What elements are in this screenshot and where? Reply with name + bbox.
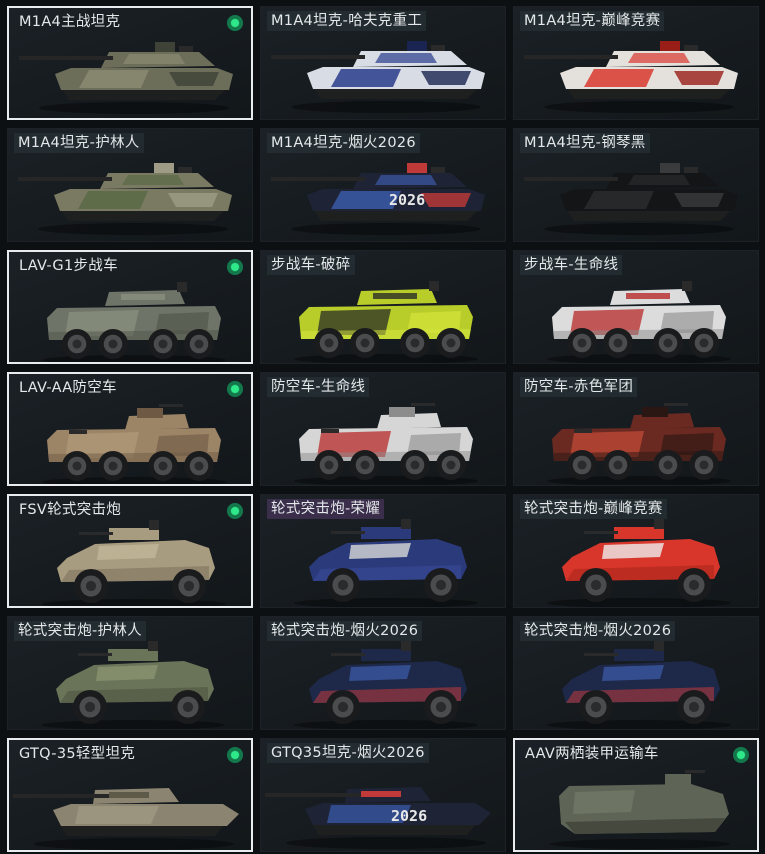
skin-name: M1A4坦克-巅峰竞赛 — [520, 11, 665, 31]
owned-indicator-icon — [227, 747, 243, 763]
skin-card[interactable]: 防空车-生命线 — [260, 372, 506, 486]
skin-card[interactable]: M1A4坦克-哈夫克重工 — [260, 6, 506, 120]
skin-card[interactable]: 轮式突击炮-荣耀 — [260, 494, 506, 608]
skin-name: 轮式突击炮-荣耀 — [267, 499, 385, 519]
skin-name: 轮式突击炮-烟火2026 — [267, 621, 423, 641]
skin-name: GTQ35坦克-烟火2026 — [267, 743, 429, 763]
skin-card[interactable]: 2026 GTQ35坦克-烟火2026 — [260, 738, 506, 852]
skin-card[interactable]: M1A4主战坦克 — [7, 6, 253, 120]
skin-card[interactable]: 轮式突击炮-护林人 — [7, 616, 253, 730]
owned-indicator-icon — [227, 503, 243, 519]
skin-card[interactable]: 轮式突击炮-巅峰竞赛 — [513, 494, 759, 608]
skin-card[interactable]: 轮式突击炮-烟火2026 — [260, 616, 506, 730]
skin-name: 防空车-赤色军团 — [520, 377, 638, 397]
skin-name: LAV-G1步战车 — [19, 258, 118, 274]
skin-name: M1A4坦克-烟火2026 — [267, 133, 420, 153]
skin-card[interactable]: 防空车-赤色军团 — [513, 372, 759, 486]
skin-name: 步战车-破碎 — [267, 255, 355, 275]
skin-card[interactable]: 步战车-生命线 — [513, 250, 759, 364]
skin-name: 轮式突击炮-护林人 — [14, 621, 146, 641]
skin-name: LAV-AA防空车 — [19, 380, 117, 396]
skin-card[interactable]: LAV-AA防空车 — [7, 372, 253, 486]
skin-name: AAV两栖装甲运输车 — [525, 746, 659, 762]
skin-name: 轮式突击炮-烟火2026 — [520, 621, 676, 641]
skin-card[interactable]: 轮式突击炮-烟火2026 — [513, 616, 759, 730]
skin-name: FSV轮式突击炮 — [19, 502, 122, 518]
skin-card[interactable]: GTQ-35轻型坦克 — [7, 738, 253, 852]
skin-card[interactable]: FSV轮式突击炮 — [7, 494, 253, 608]
skin-name: 轮式突击炮-巅峰竞赛 — [520, 499, 667, 519]
skin-name: 防空车-生命线 — [267, 377, 370, 397]
svg-text:2026: 2026 — [391, 807, 427, 825]
skin-card[interactable]: LAV-G1步战车 — [7, 250, 253, 364]
skin-card[interactable]: M1A4坦克-钢琴黑 — [513, 128, 759, 242]
skin-name: M1A4坦克-哈夫克重工 — [267, 11, 427, 31]
owned-indicator-icon — [733, 747, 749, 763]
owned-indicator-icon — [227, 259, 243, 275]
vehicle-skin-grid: M1A4主战坦克 M1A4坦克-哈夫克重工 M1A4坦克-巅峰竞赛 M1A4坦克… — [0, 0, 765, 854]
owned-indicator-icon — [227, 15, 243, 31]
skin-card[interactable]: 步战车-破碎 — [260, 250, 506, 364]
skin-card[interactable]: M1A4坦克-护林人 — [7, 128, 253, 242]
skin-name: GTQ-35轻型坦克 — [19, 746, 136, 762]
skin-name: M1A4坦克-护林人 — [14, 133, 144, 153]
skin-name: M1A4主战坦克 — [19, 14, 121, 30]
svg-text:2026: 2026 — [389, 191, 425, 209]
skin-card[interactable]: M1A4坦克-巅峰竞赛 — [513, 6, 759, 120]
skin-card[interactable]: 2026 M1A4坦克-烟火2026 — [260, 128, 506, 242]
skin-name: M1A4坦克-钢琴黑 — [520, 133, 650, 153]
skin-card[interactable]: AAV两栖装甲运输车 — [513, 738, 759, 852]
skin-name: 步战车-生命线 — [520, 255, 623, 275]
owned-indicator-icon — [227, 381, 243, 397]
